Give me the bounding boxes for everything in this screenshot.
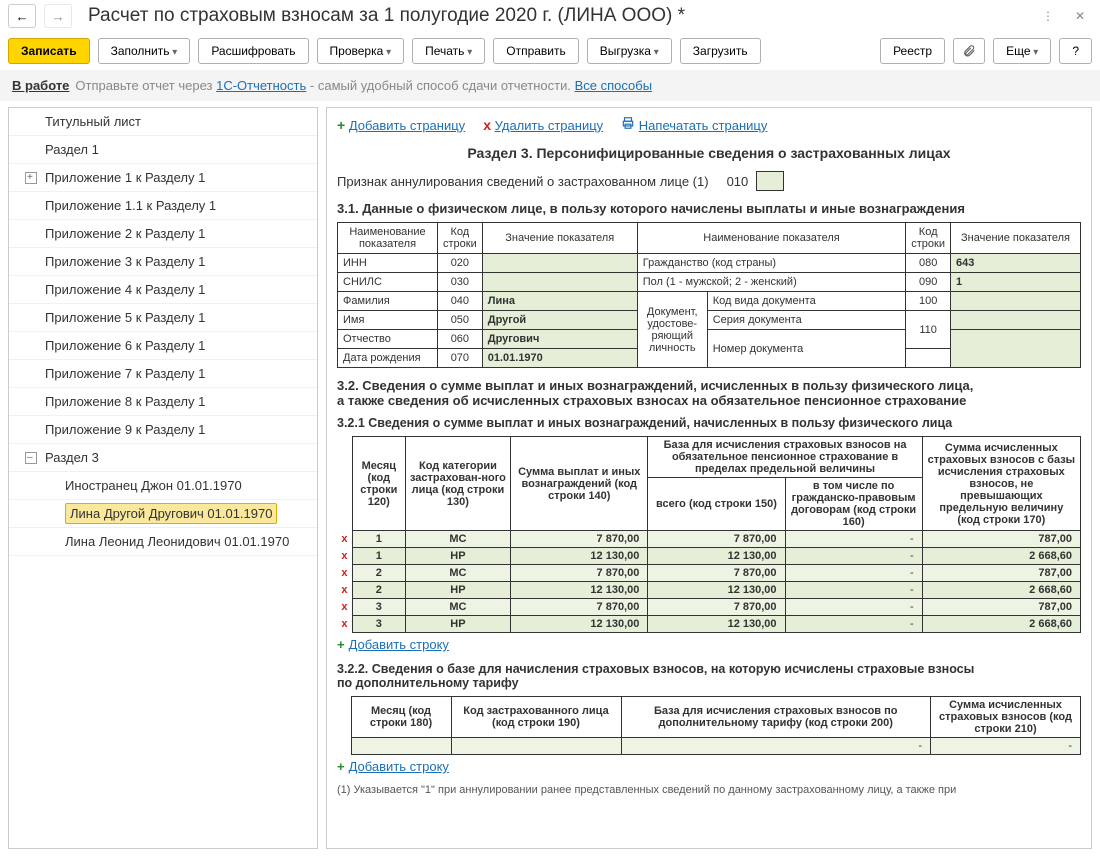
check-button[interactable]: Проверка — [317, 38, 405, 64]
link-1c[interactable]: 1С-Отчетность — [216, 78, 306, 93]
infobar: В работе Отправьте отчет через 1С-Отчетн… — [0, 70, 1100, 101]
delete-row-icon[interactable]: x — [337, 616, 352, 633]
table-row[interactable]: -- — [337, 738, 1081, 755]
tree-item[interactable]: Приложение 7 к Разделу 1 — [9, 360, 317, 388]
toolbar: Записать Заполнить Расшифровать Проверка… — [0, 32, 1100, 70]
sub-3-2: 3.2. Сведения о сумме выплат и иных возн… — [337, 378, 1081, 408]
tree-pane: Титульный листРаздел 1Приложение 1 к Раз… — [8, 107, 318, 849]
status-label: В работе — [12, 78, 69, 93]
attach-icon[interactable] — [953, 38, 985, 64]
tree-item-child[interactable]: Лина Другой Другович 01.01.1970 — [9, 500, 317, 528]
table-row[interactable]: x1МС7 870,007 870,00-787,00 — [337, 531, 1081, 548]
delete-row-icon[interactable]: x — [337, 582, 352, 599]
dob-input[interactable]: 01.01.1970 — [482, 349, 637, 368]
table-row[interactable]: x1НР12 130,0012 130,00-2 668,60 — [337, 548, 1081, 565]
tree-item[interactable]: Раздел 1 — [9, 136, 317, 164]
tree-item-child[interactable]: Иностранец Джон 01.01.1970 — [9, 472, 317, 500]
fill-button[interactable]: Заполнить — [98, 38, 191, 64]
cancel-flag-row: Признак аннулирования сведений о застрах… — [337, 171, 1081, 191]
section-title: Раздел 3. Персонифицированные сведения о… — [337, 145, 1081, 161]
form-pane: + Добавить страницу x Удалить страницу Н… — [326, 107, 1092, 849]
page-title: Расчет по страховым взносам за 1 полугод… — [88, 5, 1028, 27]
export-button[interactable]: Выгрузка — [587, 38, 672, 64]
docnum-input[interactable] — [951, 330, 1081, 368]
print-button[interactable]: Печать — [412, 38, 485, 64]
table-row[interactable]: x3НР12 130,0012 130,00-2 668,60 — [337, 616, 1081, 633]
close-icon[interactable]: ✕ — [1068, 4, 1092, 28]
titlebar: ← → Расчет по страховым взносам за 1 пол… — [0, 0, 1100, 32]
sex-input[interactable]: 1 — [951, 273, 1081, 292]
help-button[interactable]: ? — [1059, 38, 1092, 64]
tree-item[interactable]: Приложение 9 к Разделу 1 — [9, 416, 317, 444]
otch-input[interactable]: Другович — [482, 330, 637, 349]
tree-item[interactable]: Приложение 2 к Разделу 1 — [9, 220, 317, 248]
decode-button[interactable]: Расшифровать — [198, 38, 308, 64]
delete-row-icon[interactable]: x — [337, 548, 352, 565]
send-button[interactable]: Отправить — [493, 38, 579, 64]
registry-button[interactable]: Реестр — [880, 38, 945, 64]
delete-row-icon[interactable]: x — [337, 565, 352, 582]
table-3-2-1: Месяц (код строки 120) Код категории зас… — [337, 436, 1081, 633]
table-3-1: Наименование показателя Код строки Значе… — [337, 222, 1081, 368]
sub-3-2-2: 3.2.2. Сведения о базе для начисления ст… — [337, 662, 1081, 690]
delete-row-icon[interactable]: x — [337, 531, 352, 548]
tree-item[interactable]: Титульный лист — [9, 108, 317, 136]
citizen-input[interactable]: 643 — [951, 254, 1081, 273]
table-row[interactable]: x2МС7 870,007 870,00-787,00 — [337, 565, 1081, 582]
hint-text: Отправьте отчет через 1С-Отчетность - са… — [75, 78, 652, 93]
save-button[interactable]: Записать — [8, 38, 90, 64]
name-input[interactable]: Другой — [482, 311, 637, 330]
docser-input[interactable] — [951, 311, 1081, 330]
forward-button[interactable]: → — [44, 4, 72, 28]
sub-3-1: 3.1. Данные о физическом лице, в пользу … — [337, 201, 1081, 216]
add-page-link[interactable]: + Добавить страницу — [337, 117, 465, 133]
tree-item-child[interactable]: Лина Леонид Леонидович 01.01.1970 — [9, 528, 317, 556]
table-row[interactable]: x2НР12 130,0012 130,00-2 668,60 — [337, 582, 1081, 599]
link-all[interactable]: Все способы — [575, 78, 652, 93]
footnote: (1) Указывается "1" при аннулировании ра… — [337, 784, 1081, 796]
back-button[interactable]: ← — [8, 4, 36, 28]
print-page-link[interactable]: Напечатать страницу — [621, 116, 767, 133]
snils-input[interactable] — [482, 273, 637, 292]
inn-input[interactable] — [482, 254, 637, 273]
import-button[interactable]: Загрузить — [680, 38, 761, 64]
cancel-flag-input[interactable] — [756, 171, 784, 191]
tree-item[interactable]: Приложение 8 к Разделу 1 — [9, 388, 317, 416]
page-actions: + Добавить страницу x Удалить страницу Н… — [337, 114, 1081, 141]
tree-item[interactable]: Приложение 1.1 к Разделу 1 — [9, 192, 317, 220]
tree-item[interactable]: Приложение 5 к Разделу 1 — [9, 304, 317, 332]
tree-item[interactable]: Приложение 4 к Разделу 1 — [9, 276, 317, 304]
add-row-322[interactable]: +Добавить строку — [337, 759, 1081, 774]
tree-item[interactable]: Приложение 3 к Разделу 1 — [9, 248, 317, 276]
delete-page-link[interactable]: x Удалить страницу — [483, 117, 603, 133]
tree-item[interactable]: Приложение 6 к Разделу 1 — [9, 332, 317, 360]
tree-item[interactable]: Приложение 1 к Разделу 1 — [9, 164, 317, 192]
dockind-input[interactable] — [951, 292, 1081, 311]
kebab-icon[interactable]: ⋮ — [1036, 4, 1060, 28]
add-row-321[interactable]: +Добавить строку — [337, 637, 1081, 652]
fam-input[interactable]: Лина — [482, 292, 637, 311]
sub-3-2-1: 3.2.1 Сведения о сумме выплат и иных воз… — [337, 416, 1081, 430]
tree-item[interactable]: Раздел 3 — [9, 444, 317, 472]
table-row[interactable]: x3МС7 870,007 870,00-787,00 — [337, 599, 1081, 616]
table-3-2-2: Месяц (код строки 180) Код застрахованно… — [337, 696, 1081, 755]
more-button[interactable]: Еще — [993, 38, 1051, 64]
delete-row-icon[interactable]: x — [337, 599, 352, 616]
